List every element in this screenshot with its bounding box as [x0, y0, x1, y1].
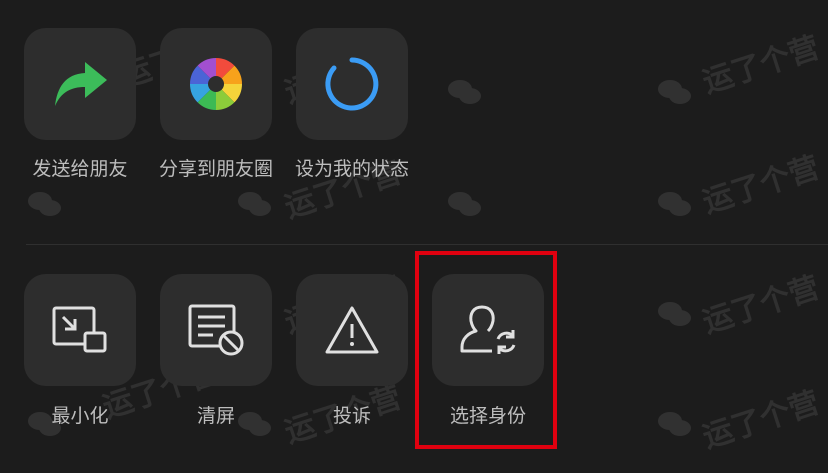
minimize-button[interactable]	[24, 274, 136, 386]
watermark-text: 运了个营	[698, 30, 824, 101]
wechat-watermark-icon	[28, 192, 61, 216]
clear-screen-button[interactable]	[160, 274, 272, 386]
share-arrow-icon	[55, 62, 107, 106]
highlight-box	[415, 251, 557, 449]
clear-screen-icon	[188, 304, 244, 356]
report-button[interactable]	[296, 274, 408, 386]
watermark-text: 运了个营	[698, 150, 824, 221]
wechat-watermark-icon	[658, 302, 691, 326]
set-status-label: 设为我的状态	[294, 158, 409, 180]
watermark-text: 运了个营	[698, 270, 824, 341]
warning-triangle-icon	[325, 306, 379, 354]
watermark-text: 运了个营	[698, 385, 824, 456]
wechat-watermark-icon	[658, 192, 691, 216]
minimize-window-icon	[52, 306, 107, 353]
status-ring-icon	[325, 57, 379, 111]
set-status-button[interactable]	[296, 28, 408, 140]
wechat-watermark-icon	[448, 192, 481, 216]
row-divider	[26, 244, 828, 245]
moments-aperture-icon	[189, 57, 243, 111]
wechat-watermark-icon	[658, 80, 691, 104]
share-to-moments-button[interactable]	[160, 28, 272, 140]
share-panel: 运了个营 运了个营 运了个营 运了个营 运了个营 运了个营 运了个营 运了个营 …	[0, 0, 828, 473]
wechat-watermark-icon	[448, 80, 481, 104]
wechat-watermark-icon	[238, 192, 271, 216]
send-to-friend-button[interactable]	[24, 28, 136, 140]
wechat-watermark-icon	[658, 412, 691, 436]
